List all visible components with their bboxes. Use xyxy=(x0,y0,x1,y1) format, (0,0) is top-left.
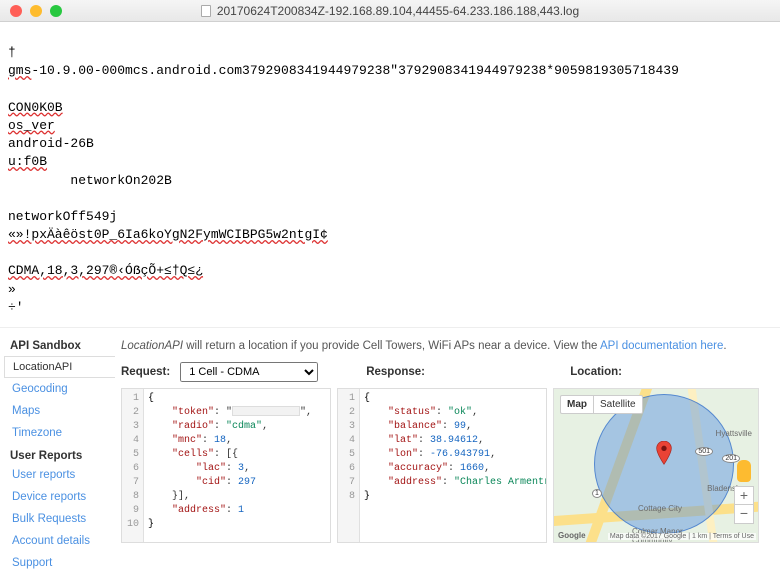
intro-body: will return a location if you provide Ce… xyxy=(183,340,600,352)
map-canvas[interactable]: Map Satellite Hyattsville Bladensburg Co… xyxy=(553,388,759,543)
log-line: gms xyxy=(8,63,31,78)
zoom-in-button[interactable]: + xyxy=(735,487,753,505)
log-line: CON0K0B xyxy=(8,100,63,115)
map-type-satellite[interactable]: Satellite xyxy=(594,396,642,413)
route-shield: 501 xyxy=(695,447,713,456)
request-code-panel[interactable]: 1 2 3 4 5 6 7 8 9 10 { "token": "", "rad… xyxy=(121,388,331,543)
place-label: Cottage City xyxy=(638,504,682,513)
sidebar-link-account-details[interactable]: Account details xyxy=(4,530,115,552)
minimize-icon[interactable] xyxy=(30,5,42,17)
map-type-map[interactable]: Map xyxy=(561,396,594,413)
api-documentation-link[interactable]: API documentation here xyxy=(600,340,723,352)
log-line: ÷' xyxy=(8,300,24,315)
zoom-icon[interactable] xyxy=(50,5,62,17)
main-panel: LocationAPI will return a location if yo… xyxy=(115,336,772,579)
sidebar-link-support[interactable]: Support xyxy=(4,552,115,574)
sidebar: API Sandbox LocationAPI Geocoding Maps T… xyxy=(0,336,115,579)
place-label: Hyattsville xyxy=(716,429,752,438)
close-icon[interactable] xyxy=(10,5,22,17)
sidebar-link-bulk-requests[interactable]: Bulk Requests xyxy=(4,508,115,530)
sidebar-heading-api: API Sandbox xyxy=(4,336,115,356)
redacted-token xyxy=(232,406,300,416)
titlebar: 20170624T200834Z-192.168.89.104,44455-64… xyxy=(0,0,780,22)
log-line: networkOn202B xyxy=(8,173,172,188)
sidebar-link-geocoding[interactable]: Geocoding xyxy=(4,378,115,400)
log-line: » xyxy=(8,282,16,297)
route-shield: 1 xyxy=(592,489,602,498)
log-viewer: † gms-10.9.00-000mcs.android.com3792908… xyxy=(0,22,780,327)
sidebar-link-device-reports[interactable]: Device reports xyxy=(4,486,115,508)
sidebar-link-maps[interactable]: Maps xyxy=(4,400,115,422)
request-label: Request: xyxy=(121,366,170,378)
map-credits: Map data ©2017 Google | 1 km | Terms of … xyxy=(608,533,756,540)
panels-row: 1 2 3 4 5 6 7 8 9 10 { "token": "", "rad… xyxy=(121,388,772,543)
map-logo: Google xyxy=(558,531,586,540)
zoom-controls: + − xyxy=(734,486,754,524)
log-line: networkOff549j xyxy=(8,209,117,224)
log-line: u:f0B xyxy=(8,154,47,169)
map-type-controls[interactable]: Map Satellite xyxy=(560,395,643,414)
request-code: { "token": "", "radio": "cdma", "mnc": 1… xyxy=(144,389,330,542)
request-row: Request: 1 Cell - CDMA Response: Locatio… xyxy=(121,362,772,388)
filename-label: 20170624T200834Z-192.168.89.104,44455-64… xyxy=(217,4,579,18)
response-code-panel[interactable]: 1 2 3 4 5 6 7 8 { "status": "ok", "balan… xyxy=(337,388,547,543)
response-label: Response: xyxy=(364,366,425,378)
sidebar-link-user-reports[interactable]: User reports xyxy=(4,464,115,486)
sidebar-link-timezone[interactable]: Timezone xyxy=(4,422,115,444)
map-wrap: Map Satellite Hyattsville Bladensburg Co… xyxy=(553,388,759,543)
log-line: «»!pxÄàêöst0P_6Ia6koYgN2FymWCIBPG5w2ntgI… xyxy=(8,227,328,242)
log-line: † xyxy=(8,45,16,60)
log-line: android-26B xyxy=(8,136,94,151)
response-code: { "status": "ok", "balance": 99, "lat": … xyxy=(360,389,546,542)
map-marker-icon xyxy=(656,441,672,465)
traffic-lights xyxy=(0,5,62,17)
file-icon xyxy=(201,5,211,17)
api-sandbox: API Sandbox LocationAPI Geocoding Maps T… xyxy=(0,327,780,579)
gutter: 1 2 3 4 5 6 7 8 9 10 xyxy=(122,389,144,542)
request-type-select[interactable]: 1 Cell - CDMA xyxy=(180,362,318,382)
gutter: 1 2 3 4 5 6 7 8 xyxy=(338,389,360,542)
sidebar-heading-user: User Reports xyxy=(4,444,115,464)
log-line: CDMA,18,3,297®‹ÓẞçÕ+≤†Q≤¿ xyxy=(8,263,203,278)
sidebar-tab-locationapi[interactable]: LocationAPI xyxy=(4,356,115,378)
log-line: -10.9.00-000mcs.android.com3792908341944… xyxy=(31,63,679,78)
pegman-icon[interactable] xyxy=(737,460,751,482)
intro-tail: . xyxy=(723,340,726,352)
intro-em: LocationAPI xyxy=(121,340,183,352)
log-line: os_ver xyxy=(8,118,55,133)
window-title: 20170624T200834Z-192.168.89.104,44455-64… xyxy=(0,4,780,18)
location-label: Location: xyxy=(568,366,622,378)
zoom-out-button[interactable]: − xyxy=(735,505,753,523)
intro-text: LocationAPI will return a location if yo… xyxy=(121,336,772,362)
